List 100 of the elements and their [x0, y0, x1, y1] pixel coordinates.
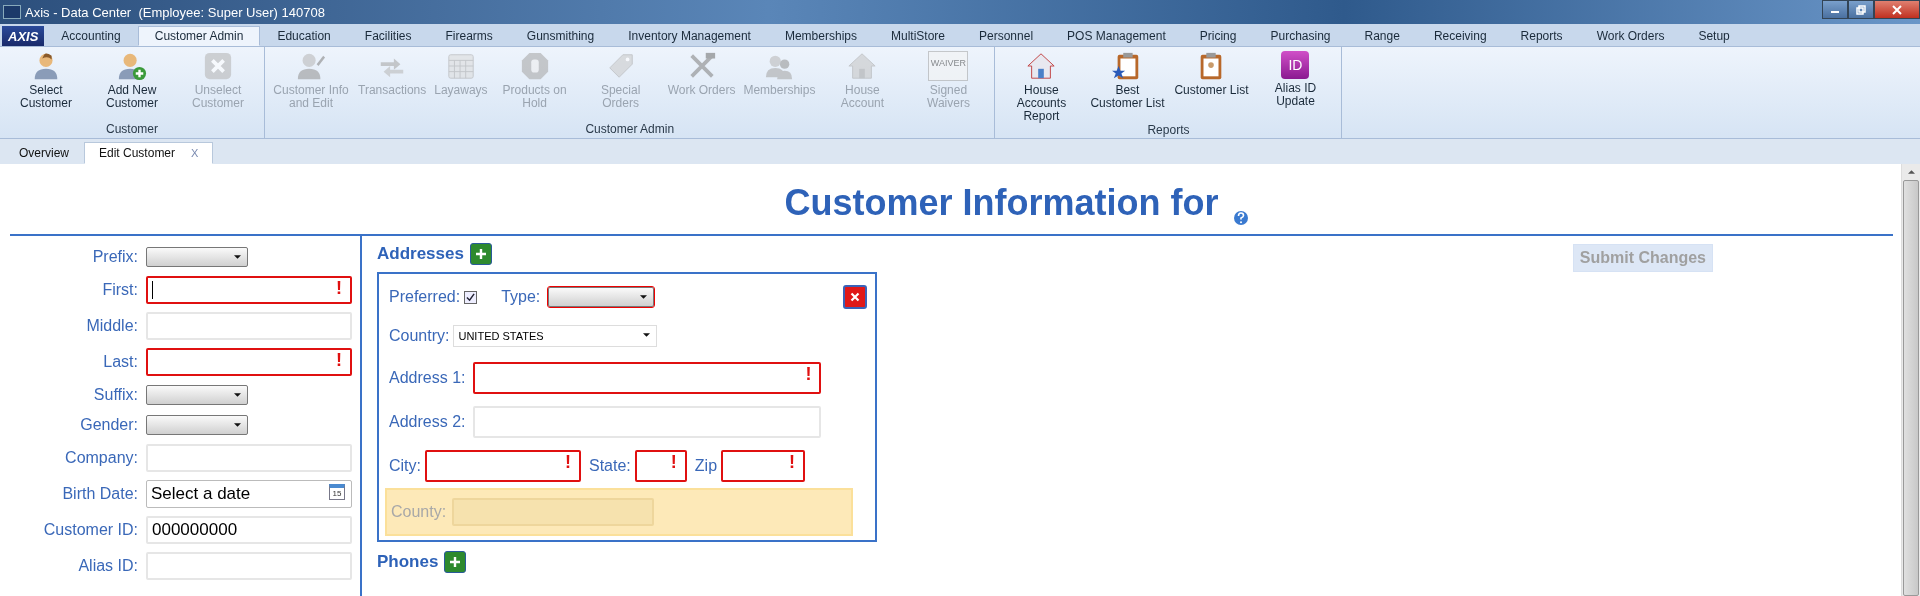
minimize-button[interactable]: [1822, 0, 1848, 19]
close-icon: [850, 292, 860, 302]
caret-icon: [234, 393, 241, 397]
plus-icon: [449, 556, 462, 568]
close-button[interactable]: [1874, 0, 1920, 19]
field-label: Country:: [389, 327, 450, 345]
tab-close-button[interactable]: X: [191, 147, 199, 159]
add-button[interactable]: [444, 551, 467, 573]
error-mark: !: [565, 452, 571, 473]
page-title: Customer Information for: [784, 182, 1219, 224]
field-label: Address 1:: [389, 369, 466, 387]
delete-button[interactable]: [843, 285, 867, 309]
menu-tab[interactable]: POS Management: [1050, 26, 1183, 46]
scroll-thumb[interactable]: [1903, 180, 1919, 596]
menu-tab[interactable]: Accounting: [44, 26, 138, 46]
input-field[interactable]: !: [473, 362, 822, 394]
field-label: Prefix:: [91, 248, 138, 266]
section-heading: Phones: [377, 552, 439, 572]
caret-icon: [234, 423, 241, 427]
input-field[interactable]: !: [146, 348, 352, 376]
field-label: First:: [101, 281, 138, 299]
ribbon-button[interactable]: Add New Customer: [89, 47, 175, 122]
close-box-icon: [203, 51, 233, 81]
help-icon[interactable]: [1232, 210, 1249, 226]
error-mark: !: [670, 452, 677, 473]
person-pencil-icon: [296, 51, 326, 81]
input-field[interactable]: [146, 312, 352, 340]
field-label: Preferred:: [389, 288, 461, 306]
restore-icon: [1856, 4, 1866, 15]
menu-tab[interactable]: Personnel: [962, 26, 1051, 46]
menu-tab[interactable]: Firearms: [428, 26, 510, 46]
close-icon: [1892, 4, 1902, 15]
ribbon-group-label: Reports: [1147, 123, 1190, 139]
input-field[interactable]: [146, 552, 352, 580]
field-label: Company:: [64, 449, 138, 467]
restore-button[interactable]: [1848, 0, 1874, 19]
field-label: Gender:: [79, 416, 138, 434]
menu-tab[interactable]: Work Orders: [1579, 26, 1682, 46]
field-label: Zip: [694, 457, 718, 475]
house-icon: [847, 51, 878, 81]
menu-tab[interactable]: Inventory Management: [611, 26, 768, 46]
date-field[interactable]: Select a date 15: [146, 480, 352, 508]
error-mark: !: [805, 364, 812, 385]
caret-icon: [234, 255, 241, 259]
menu-tab[interactable]: Gunsmithing: [509, 26, 612, 46]
field-label: County:: [391, 503, 447, 521]
dropdown[interactable]: [146, 385, 248, 405]
ribbon-group-label: Customer: [106, 122, 158, 138]
add-button[interactable]: [469, 243, 492, 265]
menu-tab[interactable]: Customer Admin: [137, 26, 261, 46]
menu-tab[interactable]: Receiving: [1416, 26, 1504, 46]
caret-icon: [640, 295, 648, 299]
logo: AXIS: [2, 26, 45, 46]
window-title: Axis - Data Center (Employee: Super User) 140708: [25, 4, 325, 20]
menu-tab[interactable]: Setup: [1681, 26, 1747, 46]
scrollbar[interactable]: [1901, 164, 1920, 596]
input-field[interactable]: !: [146, 276, 352, 304]
dropdown[interactable]: UNITED STATES: [453, 325, 658, 347]
ribbon-button[interactable]: Select Customer: [3, 47, 89, 122]
field-label: State:: [589, 457, 631, 475]
error-mark: !: [789, 452, 796, 473]
ribbon-button[interactable]: ID Alias ID Update: [1252, 47, 1339, 123]
menu-tab[interactable]: Facilities: [347, 26, 429, 46]
input-field[interactable]: !: [634, 450, 687, 482]
field-label: Birth Date:: [61, 485, 138, 503]
app-icon: [3, 5, 21, 19]
id-card-icon: ID: [1281, 51, 1310, 79]
menu-tab[interactable]: Purchasing: [1253, 26, 1348, 46]
menu-tab[interactable]: Pricing: [1182, 26, 1254, 46]
caret-icon: [643, 333, 651, 337]
ribbon-button[interactable]: Customer List: [1170, 47, 1253, 123]
scroll-up-icon[interactable]: [1907, 170, 1915, 174]
dropdown[interactable]: [146, 247, 248, 267]
input-field[interactable]: !: [721, 450, 806, 482]
ribbon-button[interactable]: Best Customer List: [1084, 47, 1171, 123]
error-mark: !: [336, 350, 342, 371]
ribbon-button[interactable]: House Accounts Report: [998, 47, 1085, 123]
field-label: City:: [389, 457, 421, 475]
document-icon: WAIVER: [928, 51, 969, 81]
input-field[interactable]: [473, 406, 822, 438]
field-label: Customer ID:: [42, 521, 138, 539]
field-label: Suffix:: [92, 386, 138, 404]
document-tab[interactable]: Edit Customer X: [84, 142, 214, 164]
field-label: Address 2:: [389, 413, 466, 431]
input-field[interactable]: 000000000: [146, 516, 352, 544]
dropdown[interactable]: [146, 415, 248, 435]
ribbon-group-label: Customer Admin: [585, 122, 675, 138]
menu-tab[interactable]: Education: [260, 26, 348, 46]
menu-tab[interactable]: Memberships: [767, 26, 874, 46]
calendar-icon[interactable]: 15: [329, 484, 345, 500]
dropdown[interactable]: [548, 287, 655, 307]
menu-tab[interactable]: MultiStore: [874, 26, 962, 46]
document-tab[interactable]: Overview: [4, 142, 84, 164]
field-label: Alias ID:: [77, 557, 138, 575]
menu-tab[interactable]: Range: [1347, 26, 1417, 46]
checkbox[interactable]: [464, 290, 478, 304]
input-field[interactable]: [146, 444, 352, 472]
menu-tab[interactable]: Reports: [1503, 26, 1580, 46]
plus-icon: [474, 248, 487, 260]
input-field[interactable]: !: [425, 450, 581, 482]
